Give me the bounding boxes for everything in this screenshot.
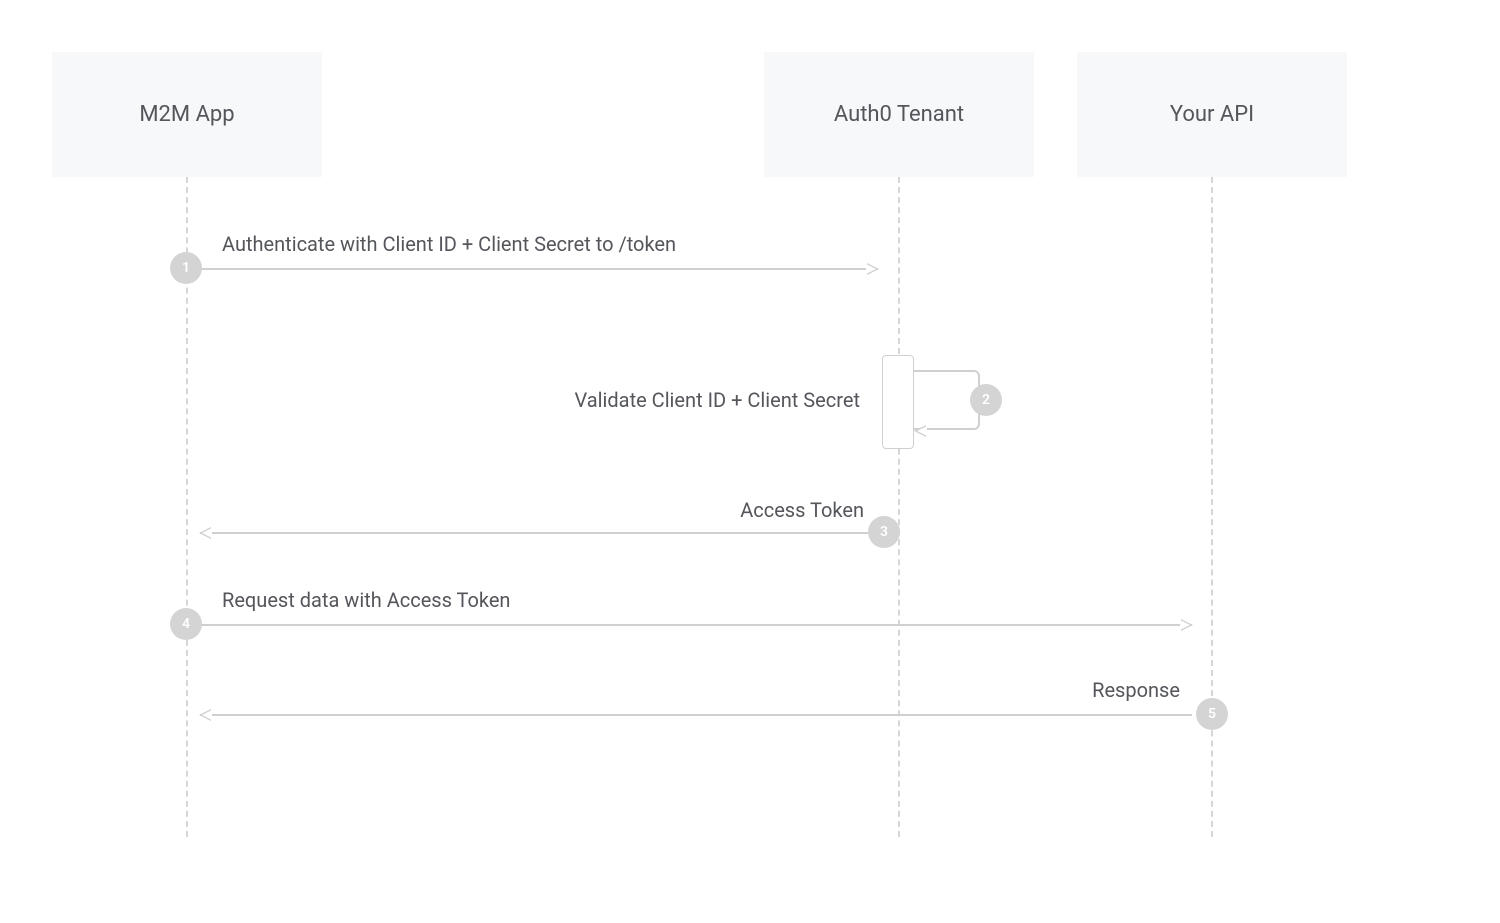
step-badge-2: 2 (970, 384, 1002, 416)
step-badge-5: 5 (1196, 698, 1228, 730)
step-number: 2 (982, 392, 990, 408)
participant-m2m-app: M2M App (52, 52, 322, 177)
step-number: 1 (182, 260, 190, 276)
participant-your-api: Your API (1077, 52, 1347, 177)
step-badge-3: 3 (868, 516, 900, 548)
arrow-step5 (200, 714, 1192, 716)
lifeline-auth0 (898, 177, 900, 837)
arrow-step4 (200, 624, 1192, 626)
step-number: 3 (880, 524, 888, 540)
step-badge-1: 1 (170, 252, 202, 284)
participant-label: Auth0 Tenant (834, 102, 964, 127)
message-label-step4: Request data with Access Token (222, 588, 510, 612)
participant-auth0-tenant: Auth0 Tenant (764, 52, 1034, 177)
arrow-step3 (200, 532, 878, 534)
step-number: 5 (1208, 706, 1216, 722)
message-label-step1: Authenticate with Client ID + Client Sec… (222, 232, 676, 256)
message-label-step3: Access Token (740, 498, 864, 522)
participant-label: Your API (1170, 102, 1254, 127)
participant-label: M2M App (139, 102, 234, 127)
lifeline-api (1211, 177, 1213, 837)
arrow-step1 (200, 268, 878, 270)
activation-auth0 (882, 355, 914, 449)
step-number: 4 (182, 616, 190, 632)
message-label-step2: Validate Client ID + Client Secret (575, 388, 860, 412)
step-badge-4: 4 (170, 608, 202, 640)
sequence-diagram: M2M App Auth0 Tenant Your API Authentica… (0, 0, 1500, 923)
message-label-step5: Response (1092, 678, 1180, 702)
